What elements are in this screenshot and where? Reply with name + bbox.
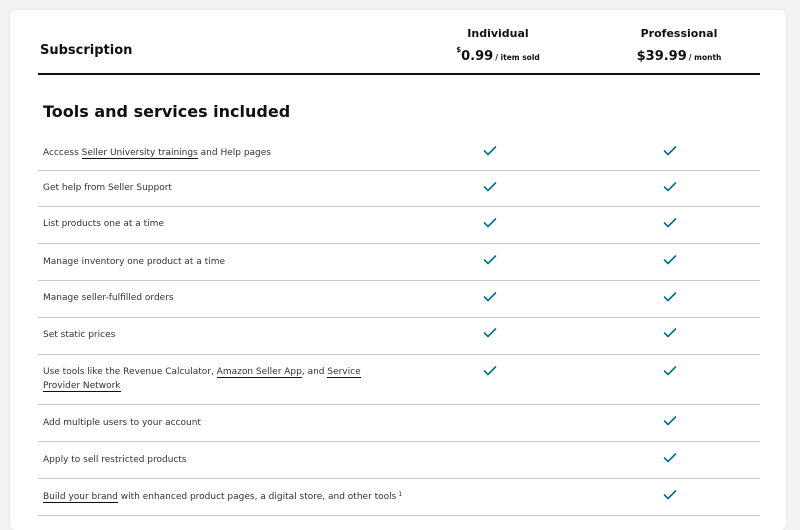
checkmark-icon (663, 254, 677, 266)
feature-row: Use tools like the Revenue Calculator, A… (38, 355, 760, 405)
feature-label: Manage inventory one product at a time (43, 257, 226, 267)
feature-row: Apply to sell restricted products (38, 442, 760, 479)
plan-individual-period: / item sold (495, 53, 540, 62)
feature-label: Add multiple users to your account (43, 418, 201, 428)
build-your-brand-link[interactable]: Build your brand (43, 492, 118, 503)
checkmark-icon (483, 291, 497, 303)
checkmark-icon (663, 327, 677, 339)
subscription-title: Subscription (40, 43, 133, 58)
feature-label: Manage seller-fulfilled orders (43, 293, 174, 303)
feature-text: Acccess (43, 148, 82, 158)
seller-university-link[interactable]: Seller University trainings (81, 148, 198, 159)
plan-professional-amount: $39.99 (636, 49, 687, 64)
amazon-seller-app-link[interactable]: Amazon Seller App (216, 367, 302, 378)
plan-individual-name: Individual (467, 27, 529, 40)
feature-row: Get help from Seller Support (38, 171, 760, 207)
feature-text: , and (301, 367, 328, 377)
feature-row: Acccess Seller University trainings and … (38, 135, 760, 171)
feature-label: Get help from Seller Support (43, 183, 172, 193)
plan-professional-name: Professional (640, 27, 718, 40)
feature-label: Set static prices (43, 330, 116, 340)
checkmark-icon (483, 217, 497, 229)
checkmark-icon (483, 327, 497, 339)
checkmark-icon (483, 254, 497, 266)
checkmark-icon (663, 217, 677, 229)
feature-row: Manage inventory one product at a time (38, 244, 760, 281)
feature-label: Use tools like the Revenue Calculator, A… (43, 365, 388, 393)
footnote-marker[interactable]: 1 (398, 491, 402, 498)
feature-label: List products one at a time (43, 219, 164, 229)
plan-professional-period: / month (688, 53, 722, 62)
plan-individual: Individual $0.99/ item sold (418, 27, 578, 64)
section-title: Tools and services included (43, 102, 291, 121)
feature-row: Manage seller-fulfilled orders (38, 281, 760, 318)
subscription-header: Subscription Individual $0.99/ item sold… (38, 10, 760, 75)
plan-professional-price: $39.99/ month (599, 45, 759, 64)
feature-row: Add multiple users to your account (38, 405, 760, 442)
checkmark-icon (663, 181, 677, 193)
plan-individual-amount: 0.99 (461, 49, 494, 64)
feature-table: Acccess Seller University trainings and … (38, 135, 760, 516)
feature-row: List products one at a time (38, 207, 760, 244)
feature-label: Apply to sell restricted products (43, 455, 187, 465)
plan-professional: Professional $39.99/ month (599, 27, 759, 64)
checkmark-icon (663, 489, 677, 501)
feature-text: Use tools like the Revenue Calculator, (43, 367, 217, 377)
feature-label: Build your brand with enhanced product p… (43, 490, 423, 504)
checkmark-icon (483, 181, 497, 193)
pricing-card: Subscription Individual $0.99/ item sold… (10, 10, 786, 530)
checkmark-icon (663, 452, 677, 464)
feature-text: with enhanced product pages, a digital s… (117, 492, 397, 502)
checkmark-icon (483, 145, 497, 157)
checkmark-icon (663, 365, 677, 377)
plan-individual-price: $0.99/ item sold (418, 45, 578, 64)
checkmark-icon (483, 365, 497, 377)
checkmark-icon (663, 145, 677, 157)
currency-symbol: $ (456, 46, 462, 54)
checkmark-icon (663, 291, 677, 303)
feature-label: Acccess Seller University trainings and … (43, 146, 388, 160)
feature-text: and Help pages (197, 148, 271, 158)
feature-row: Build your brand with enhanced product p… (38, 479, 760, 516)
feature-row: Set static prices (38, 318, 760, 355)
checkmark-icon (663, 415, 677, 427)
